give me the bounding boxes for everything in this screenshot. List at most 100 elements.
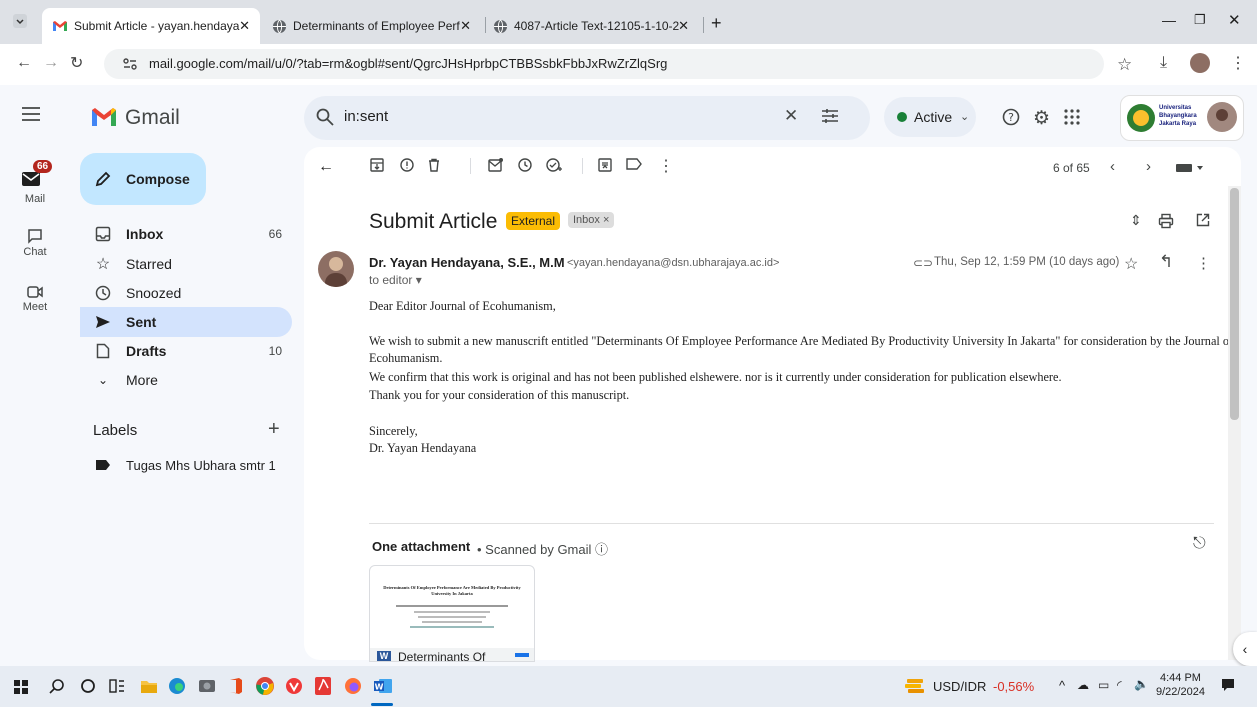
tab-title: Determinants of Employee Perf [293, 19, 460, 33]
tab-submit-article[interactable]: Submit Article - yayan.hendaya ✕ [42, 8, 260, 44]
pdf-reader-icon[interactable] [314, 676, 332, 696]
tab-close-icon[interactable]: ✕ [460, 18, 471, 34]
help-icon[interactable]: ? [1002, 108, 1020, 126]
add-to-drive-icon[interactable]: ⎋ [1193, 535, 1206, 553]
firefox-icon[interactable] [344, 677, 362, 695]
download-icon[interactable]: ⤓ [1160, 54, 1167, 72]
close-window-button[interactable]: ✕ [1228, 11, 1241, 29]
edge-browser-icon[interactable] [168, 677, 186, 695]
account-avatar[interactable] [1207, 102, 1237, 132]
minimize-button[interactable]: — [1162, 12, 1176, 28]
email-body-line: Thank you for your consideration of this… [369, 388, 630, 402]
rail-meet[interactable]: Meet [0, 285, 70, 313]
attachment-card[interactable]: Determinants Of Employee Performance Are… [369, 565, 535, 662]
recipient-details[interactable]: to editor ▾ [369, 273, 422, 287]
sender-email: <yayan.hendayana@dsn.ubharajaya.ac.id> [567, 257, 780, 269]
clear-search-icon[interactable]: ✕ [784, 106, 798, 126]
snooze-clock-icon[interactable] [518, 158, 532, 172]
task-view-icon[interactable] [109, 678, 125, 694]
labels-heading: Labels [93, 422, 138, 439]
mark-unread-icon[interactable] [488, 158, 504, 172]
network-icon[interactable]: ▭ [1098, 678, 1109, 692]
older-chevron-icon[interactable]: › [1146, 158, 1151, 175]
reload-icon[interactable]: ↻ [70, 53, 83, 73]
label-tag-icon [93, 459, 113, 471]
gmail-logo-icon[interactable] [90, 106, 118, 128]
sidebar-item-starred[interactable]: ☆ Starred [80, 249, 292, 279]
label-icon[interactable] [626, 158, 642, 170]
system-clock[interactable]: 4:44 PM 9/22/2024 [1156, 671, 1205, 699]
wifi-icon[interactable]: ◜ [1117, 678, 1122, 692]
office-icon[interactable] [228, 677, 244, 695]
search-options-icon[interactable] [821, 108, 839, 124]
message-more-icon[interactable]: ⋮ [1196, 254, 1211, 272]
tab-determinants[interactable]: Determinants of Employee Perf ✕ [266, 8, 481, 44]
newer-chevron-icon[interactable]: ‹ [1110, 158, 1115, 175]
star-message-icon[interactable]: ☆ [1124, 254, 1138, 274]
rail-mail[interactable]: 66 Mail [0, 160, 70, 205]
open-new-window-icon[interactable] [1196, 213, 1210, 227]
sender-avatar[interactable] [318, 251, 354, 287]
tab-article-text[interactable]: 4087-Article Text-12105-1-10-2 ✕ [487, 8, 699, 44]
tab-close-icon[interactable]: ✕ [239, 18, 250, 34]
add-label-button[interactable]: + [268, 418, 280, 441]
expand-all-icon[interactable]: ⇕ [1130, 212, 1142, 229]
rail-label: Mail [24, 193, 46, 205]
pencil-icon [95, 171, 111, 187]
clock-date: 9/22/2024 [1156, 686, 1205, 698]
compose-button[interactable]: Compose [80, 153, 206, 205]
sidebar-item-snoozed[interactable]: Snoozed [80, 278, 292, 308]
archive-icon[interactable] [370, 158, 384, 172]
tab-close-icon[interactable]: ✕ [678, 18, 689, 34]
vivaldi-icon[interactable] [285, 677, 303, 695]
sidebar-item-inbox[interactable]: Inbox 66 [80, 219, 292, 249]
back-to-list-icon[interactable]: ← [318, 158, 334, 176]
restore-button[interactable]: ❐ [1194, 12, 1206, 28]
back-arrow-icon[interactable]: ← [16, 54, 32, 72]
sidebar-item-drafts[interactable]: Drafts 10 [80, 336, 292, 366]
print-icon[interactable] [1158, 213, 1174, 229]
tray-chevron-up-icon[interactable]: ^ [1059, 678, 1065, 693]
sidebar-label-item[interactable]: Tugas Mhs Ubhara smtr 1 [80, 450, 292, 480]
report-spam-icon[interactable] [400, 158, 414, 172]
ticker-symbol[interactable]: USD/IDR [933, 679, 986, 694]
sidebar-item-more[interactable]: ⌄ More [80, 365, 292, 395]
trash-icon[interactable] [428, 158, 440, 172]
forward-arrow-icon[interactable]: → [43, 54, 59, 72]
input-tools-icon[interactable] [1176, 163, 1204, 173]
camera-app-icon[interactable] [198, 677, 216, 695]
add-task-icon[interactable] [546, 158, 562, 172]
rail-chat[interactable]: Chat [0, 228, 70, 258]
profile-avatar[interactable] [1190, 53, 1210, 73]
search-icon[interactable] [316, 108, 334, 126]
sidebar-item-sent[interactable]: Sent [80, 307, 292, 337]
file-explorer-icon[interactable] [140, 678, 158, 694]
settings-gear-icon[interactable]: ⚙ [1033, 107, 1050, 130]
sidebar-item-label: Snoozed [126, 285, 182, 301]
tab-search-icon[interactable] [12, 13, 28, 29]
volume-icon[interactable]: 🔈 [1134, 677, 1149, 691]
bookmark-star-icon[interactable]: ☆ [1117, 55, 1132, 75]
thumb-text-line [414, 611, 490, 613]
reply-icon[interactable]: ↰ [1159, 252, 1173, 272]
cortana-icon[interactable] [80, 678, 96, 694]
chrome-icon[interactable] [255, 676, 275, 696]
word-app-icon[interactable]: W [373, 678, 393, 694]
scrollbar-thumb[interactable] [1230, 188, 1239, 420]
sender-name[interactable]: Dr. Yayan Hendayana, S.E., M.M [369, 255, 565, 270]
search-input[interactable]: in:sent [344, 108, 388, 125]
apps-grid-icon[interactable] [1064, 109, 1080, 125]
taskbar-search-icon[interactable] [49, 678, 65, 694]
chevron-down-icon: ⌄ [97, 373, 109, 387]
move-to-icon[interactable] [598, 158, 612, 172]
main-menu-icon[interactable] [22, 107, 40, 121]
new-tab-button[interactable]: + [711, 13, 722, 34]
svg-text:?: ? [1008, 111, 1014, 124]
site-settings-icon[interactable] [122, 56, 138, 72]
more-options-icon[interactable]: ⋮ [658, 156, 674, 176]
inbox-label-chip[interactable]: Inbox × [568, 212, 615, 228]
notification-center-icon[interactable] [1221, 678, 1235, 692]
sync-cloud-icon[interactable]: ☁ [1077, 678, 1089, 692]
windows-start-icon[interactable] [14, 680, 28, 694]
browser-menu-icon[interactable]: ⋮ [1230, 53, 1246, 73]
